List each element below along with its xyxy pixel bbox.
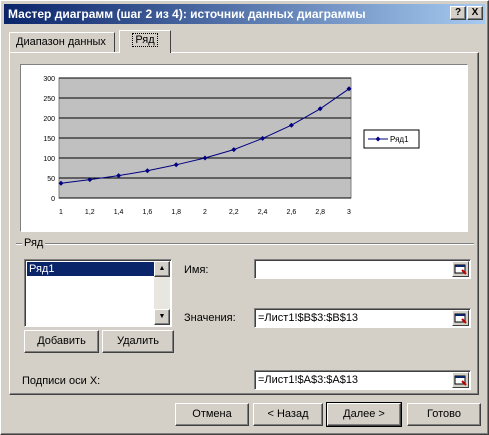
x-tick-label: 2,6: [287, 209, 297, 216]
series-values-value: =Лист1!$B$3:$B$13: [258, 312, 359, 324]
y-tick-label: 200: [43, 116, 55, 123]
series-name-input[interactable]: [254, 259, 471, 279]
tab-data-range[interactable]: Диапазон данных: [9, 32, 115, 52]
series-values-input[interactable]: =Лист1!$B$3:$B$13: [254, 308, 471, 328]
scroll-down-arrow-icon[interactable]: ▼: [154, 309, 170, 325]
x-tick-label: 1: [59, 209, 63, 216]
series-group-label: Ряд: [22, 237, 46, 249]
series-group-divider: [16, 243, 474, 245]
x-tick-label: 1,2: [85, 209, 95, 216]
y-tick-label: 0: [51, 196, 55, 203]
x-tick-label: 1,8: [171, 209, 181, 216]
name-label: Имя:: [184, 264, 209, 276]
values-label: Значения:: [184, 312, 236, 324]
vertical-scrollbar[interactable]: ▲ ▼: [154, 261, 170, 325]
x-tick-label: 2: [203, 209, 207, 216]
help-button[interactable]: ?: [450, 6, 466, 20]
finish-button[interactable]: Готово: [407, 403, 481, 426]
cancel-button[interactable]: Отмена: [175, 403, 249, 426]
collapse-dialog-icon[interactable]: [452, 310, 469, 326]
x-labels-value: =Лист1!$A$3:$A$13: [258, 374, 359, 386]
chart-svg: 0 50 100 150 200 250 300 1 1,2 1,4 1,6 1,8 2 2,2 2,4 2,…: [21, 65, 467, 231]
chart-wizard-dialog: Мастер диаграмм (шаг 2 из 4): источник д…: [0, 0, 489, 435]
x-tick-label: 2,2: [229, 209, 239, 216]
x-tick-label: 2,8: [315, 209, 325, 216]
title-bar[interactable]: Мастер диаграмм (шаг 2 из 4): источник д…: [4, 4, 485, 24]
x-tick-label: 1,6: [143, 209, 153, 216]
x-labels-input[interactable]: =Лист1!$A$3:$A$13: [254, 370, 471, 390]
tab-panel-series: 0 50 100 150 200 250 300 1 1,2 1,4 1,6 1,8 2 2,2 2,4 2,…: [9, 52, 479, 395]
scroll-up-arrow-icon[interactable]: ▲: [154, 261, 170, 277]
close-button[interactable]: X: [467, 6, 483, 20]
x-labels-label: Подписи оси X:: [22, 375, 101, 387]
collapse-dialog-icon[interactable]: [452, 261, 469, 277]
add-series-button[interactable]: Добавить: [24, 330, 99, 353]
tab-data-range-label: Диапазон данных: [16, 36, 106, 48]
y-tick-label: 50: [47, 176, 55, 183]
back-button[interactable]: < Назад: [253, 403, 323, 426]
remove-series-button[interactable]: Удалить: [102, 330, 174, 353]
tab-series[interactable]: Ряд: [119, 30, 171, 53]
series-list-item[interactable]: Ряд1: [27, 262, 155, 276]
chart-preview: 0 50 100 150 200 250 300 1 1,2 1,4 1,6 1,8 2 2,2 2,4 2,…: [20, 64, 468, 232]
window-title: Мастер диаграмм (шаг 2 из 4): источник д…: [8, 7, 366, 21]
next-button[interactable]: Далее >: [326, 402, 402, 427]
x-tick-label: 3: [347, 209, 351, 216]
x-tick-label: 1,4: [114, 209, 124, 216]
y-tick-label: 300: [43, 76, 55, 83]
legend-label: Ряд1: [390, 135, 409, 144]
y-tick-label: 250: [43, 96, 55, 103]
y-tick-label: 100: [43, 156, 55, 163]
x-tick-label: 2,4: [258, 209, 268, 216]
series-listbox[interactable]: Ряд1 ▲ ▼: [24, 259, 172, 327]
tab-series-label: Ряд: [132, 33, 158, 47]
collapse-dialog-icon[interactable]: [452, 372, 469, 388]
y-tick-label: 150: [43, 136, 55, 143]
